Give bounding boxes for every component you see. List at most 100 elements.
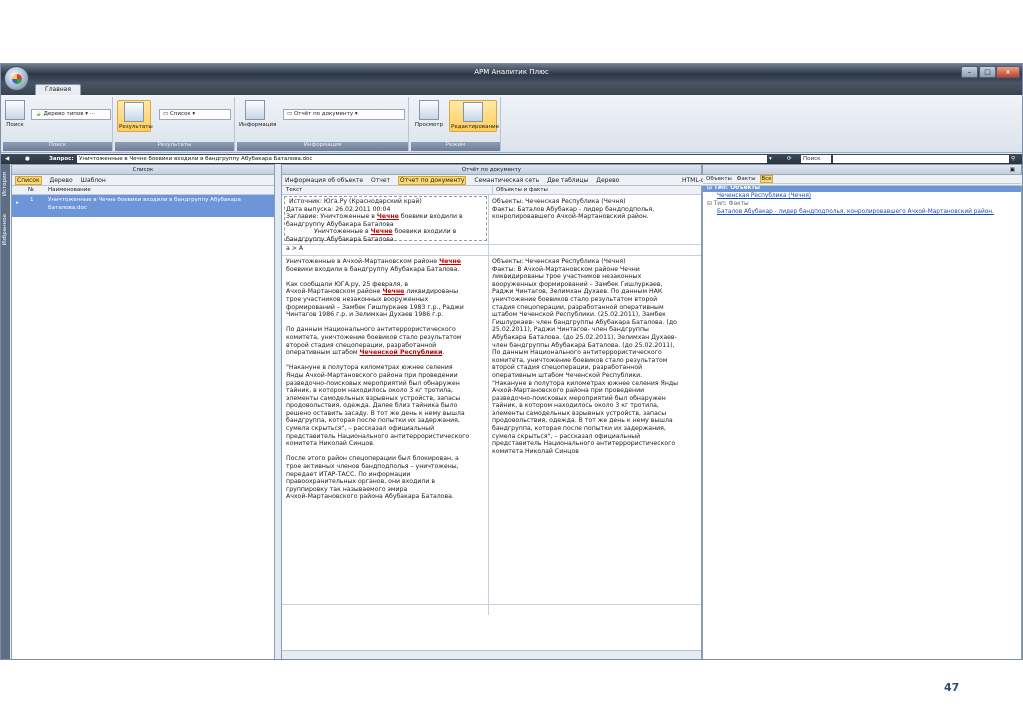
report-button[interactable]: Отчет [371,177,390,184]
title2-line2: бандгруппу Абубакара Баталова [286,235,394,243]
col-num[interactable]: № [28,186,34,195]
fact-link[interactable]: Баталов Абубакар - лидер бандподполья, к… [717,209,994,215]
favorites-tab[interactable]: Избранное [2,214,8,245]
facts-line: оперативным штабом Чеченской Республики. [492,371,643,379]
list-combo[interactable]: ▭ Список ▾ [159,109,231,120]
results-button[interactable]: Результаты [117,100,153,132]
collapse-icon-2[interactable]: ⊟ [707,201,714,207]
group-info: Информация ▭ Отчёт по документу ▾ Информ… [237,97,409,151]
maximize-button[interactable]: □ [979,66,996,78]
object-link[interactable]: Чеченская Республика (Чечня) [717,193,811,199]
facts-line: второй стадия спецоперации, разработанно… [492,364,643,372]
tab-tree[interactable]: Дерево [50,177,73,184]
edit-button[interactable]: Редактирование [449,100,499,132]
row-divider-3 [282,604,701,605]
app-menu-button[interactable] [4,66,29,91]
p4-line: Янды Ачхой-Мартановского района при пров… [286,371,458,379]
close-button[interactable]: x [996,66,1020,78]
tab-list[interactable]: Список [15,176,42,185]
type-tree-combo[interactable]: 🍃 Дерево типов ▾ ··· [31,109,111,120]
tree-button[interactable]: Дерево [596,177,619,184]
semantic-net-button[interactable]: Семантическая сеть [474,177,539,184]
facts-line: тайник, в котором находилось около 3 кг … [492,402,659,410]
search-button[interactable]: Поиск [5,100,25,128]
edit-label: Редактирование [451,124,499,130]
objects-pane-header: ▣ [703,165,1021,175]
p4: "Накануне в полутора километрах южнее се… [286,364,469,448]
forward-icon[interactable]: ● [25,154,30,164]
two-tables-button[interactable]: Две таблицы [547,177,588,184]
col-facts[interactable]: Объекты и факты [492,186,548,195]
facts-line: штабом Чеченской Республики. (25.02.2011… [492,311,666,319]
report-toolbar: Информация об объекте Отчет Отчет по док… [282,175,701,186]
list-pane-title: Список [132,167,154,173]
window-title: АРМ Аналитик Плюс [474,68,549,76]
p4-line: продовольствия, одежда. Далее близ тайни… [286,402,458,410]
facts-line: член бандгруппы Абубакара Баталова. (до … [492,341,675,349]
p2-pre: Ачхой-Мартановском районе [286,288,383,296]
p4-line: "Накануне в полутора километрах южнее се… [286,364,453,372]
fact-row[interactable]: Баталов Абубакар - лидер бандподполья, к… [703,208,1021,216]
report-combo[interactable]: ▭ Отчёт по документу ▾ [283,109,405,120]
object-row[interactable]: Чеченская Республика (Чечня) [703,192,1021,200]
facts-line: "Накануне в полутора километрах южнее се… [492,379,679,387]
pane-menu-icon[interactable]: ▣ [1010,167,1015,173]
back-icon[interactable]: ◀ [5,154,9,164]
p3-highlight: Чеченской Республики [359,349,443,357]
title2-post: боевики входили в [392,228,457,236]
info-button[interactable]: Информация [239,100,276,128]
group-mode: Просмотр Редактирование Режим [411,97,501,151]
p2-line4: формирований – Замбек Гишлуркаев 1983 г.… [286,303,464,311]
col-text[interactable]: Текст [286,186,302,195]
doc-report-button[interactable]: Отчет по документу [397,176,467,185]
title2-line: Уничтоженные в Чечне боевики входили в [286,228,463,236]
title-bar: АРМ Аналитик Плюс – □ x [1,64,1022,82]
query-input[interactable]: Уничтоженные в Чечне боевики входили в б… [77,155,767,163]
list-pane: Список Список Дерево Шаблон № Наименован… [11,164,275,659]
title-post: боевики входили в [398,213,463,221]
tab-all[interactable]: Все [760,175,773,183]
h-scrollbar[interactable] [282,650,701,659]
table-row[interactable]: ▸ 1 Уничтоженные в Чечне боевики входили… [12,195,274,217]
app-logo-icon [12,74,22,84]
header-facts-1: Объекты: Чеченская Республика (Чечня) [492,198,626,205]
type-facts-row[interactable]: ⊟ Тип: Факты [703,200,1021,208]
row-name-line2: Баталова.doc [48,205,87,211]
facts-line: бандгруппа, которая после попытки их зад… [492,425,666,433]
tab-objects[interactable]: Объекты [706,176,732,182]
object-info-button[interactable]: Информация об объекте [285,177,363,184]
col-name[interactable]: Наименование [48,186,91,195]
body-text: Уничтоженные в Ачхой-Мартановском районе… [286,258,469,501]
refresh-icon[interactable]: ⟳ [787,154,792,164]
facts-line: продовольствия, одежда. В тот же день к … [492,417,673,425]
tab-facts[interactable]: Факты [737,176,756,182]
row-name-line1: Уничтоженные в Чечне боевики входили в б… [48,197,241,203]
view-button[interactable]: Просмотр [413,100,445,128]
p3-line1: По данным Национального антитеррористиче… [286,326,456,334]
ribbon: Поиск 🍃 Дерево типов ▾ ··· Поиск Результ… [1,95,1022,153]
left-sidebar: История Избранное [1,164,10,659]
p2-line3: трое участников незаконных вооруженных [286,295,429,303]
binoculars-icon[interactable]: ⚲ [1011,154,1015,164]
p2-highlight: Чечне [382,288,405,296]
facts-line: Раджи Чинтагов, Зелимхан Духаев. По данн… [492,288,663,296]
tab-home[interactable]: Главная [35,84,81,95]
facts-line: 25.02.2011), Раджи Чинтагов- член бандгр… [492,326,649,334]
dropdown-icon[interactable]: ▾ [769,154,772,164]
minimize-button[interactable]: – [961,66,978,78]
p3-line4: оперативным штабом Чеченской Республики. [286,349,445,357]
tab-template[interactable]: Шаблон [81,177,106,184]
search-input[interactable] [833,155,1009,163]
p4-line: тайник, в котором находилось около 3 кг … [286,387,453,395]
source-line: Источник: Юга.Ру (Краснодарский край) [289,198,422,205]
main-window: АРМ Аналитик Плюс – □ x Главная Поиск 🍃 … [0,63,1023,660]
title2-pre: Уничтоженные в [314,228,371,236]
facts-body: Объекты: Чеченская Республика (Чечня) Фак… [492,258,678,455]
row-divider [282,244,701,245]
facts-line: Факты: В Ачхой-Мартановском районе Чечни [492,265,640,273]
p1-pre: Уничтоженные в Ачхой-Мартановском районе [286,258,440,265]
p1-line2: боевики входили в бандгруппу Абубакара Б… [286,265,460,273]
history-tab[interactable]: История [2,172,8,196]
p5-line: правоохранительных органов, они входили … [286,478,435,486]
page-number: 47 [944,681,960,694]
